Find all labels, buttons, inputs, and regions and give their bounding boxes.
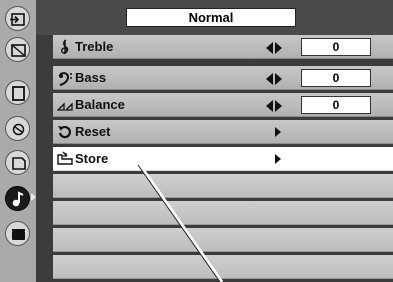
menu-item-label: Treble: [75, 39, 114, 54]
image-select-icon[interactable]: [5, 116, 30, 141]
balance-icon: [57, 97, 73, 113]
menu-item-store[interactable]: Store: [53, 147, 393, 171]
empty-menu-row: [53, 255, 393, 279]
menu-item-reset[interactable]: Reset: [53, 120, 393, 144]
menu-item-label: Reset: [75, 124, 111, 139]
adjust-arrows-icon: [266, 41, 282, 54]
empty-menu-row: [53, 201, 393, 225]
sound-icon[interactable]: [5, 186, 30, 211]
setting-icon[interactable]: [5, 221, 30, 246]
adjust-arrows-icon: [266, 72, 282, 85]
menu-item-treble[interactable]: Treble 0: [53, 35, 393, 59]
menu-item-balance[interactable]: Balance 0: [53, 93, 393, 117]
pc-adjust-icon[interactable]: [5, 37, 30, 62]
menu-item-bass[interactable]: Bass 0: [53, 66, 393, 90]
adjust-arrows-icon: [266, 99, 282, 112]
empty-menu-row: [53, 228, 393, 252]
submenu-arrow-icon: [275, 127, 281, 137]
bass-value: 0: [301, 69, 371, 87]
menu-item-label: Bass: [75, 70, 107, 85]
menu-item-label: Balance: [75, 97, 125, 112]
image-adjust-icon[interactable]: [5, 150, 30, 175]
balance-value: 0: [301, 96, 371, 114]
empty-menu-row: [53, 174, 393, 198]
side-menu-panel: [0, 0, 36, 282]
store-icon: [57, 151, 73, 167]
treble-clef-icon: [57, 39, 73, 55]
submenu-arrow-icon: [275, 154, 281, 164]
input-icon[interactable]: [5, 6, 30, 31]
reset-icon: [57, 124, 73, 140]
treble-value: 0: [301, 38, 371, 56]
bass-clef-icon: [57, 70, 73, 86]
sound-menu: Normal Treble 0 Bass 0 Balance 0 Reset S…: [36, 0, 393, 282]
mode-value-box[interactable]: Normal: [126, 8, 296, 27]
screen-icon[interactable]: [5, 80, 30, 105]
menu-header: Normal: [36, 0, 393, 35]
menu-item-label: Store: [75, 151, 109, 166]
